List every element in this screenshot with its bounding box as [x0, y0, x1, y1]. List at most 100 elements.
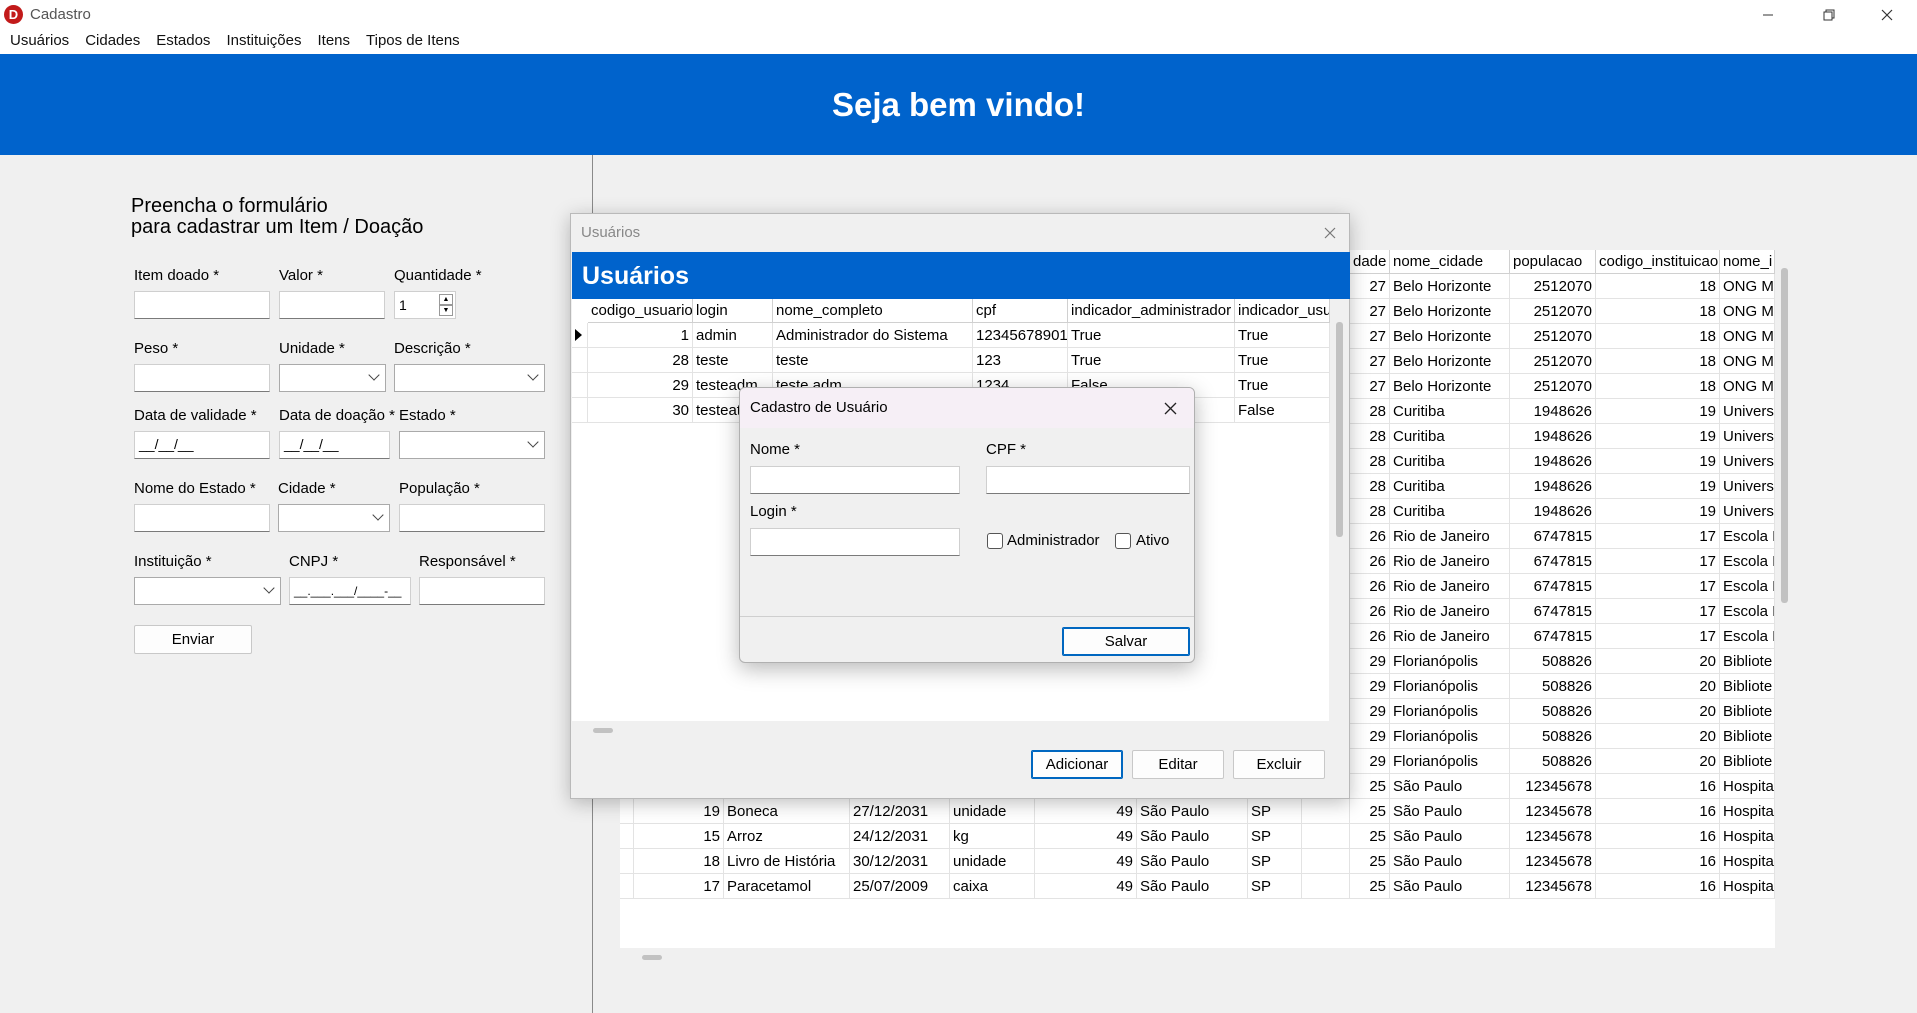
- table-cell: 17: [1596, 574, 1720, 599]
- usuarios-horizontal-scrollbar[interactable]: [593, 728, 613, 733]
- table-cell: Escola F: [1720, 549, 1775, 574]
- row-header-cell[interactable]: [620, 874, 634, 899]
- usuarios-close-button[interactable]: [1319, 222, 1341, 244]
- usuarios-heading: Usuários: [582, 262, 689, 290]
- menu-instituicoes[interactable]: Instituições: [218, 29, 309, 54]
- table-cell: Belo Horizonte: [1390, 299, 1510, 324]
- form-heading-line1: Preencha o formulário: [131, 195, 328, 217]
- usuarios-vertical-scrollbar[interactable]: [1336, 322, 1343, 537]
- peso-input[interactable]: [134, 364, 270, 392]
- row-header-cell[interactable]: [620, 799, 634, 824]
- table-cell: 17: [1596, 524, 1720, 549]
- items-grid-vertical-scrollbar[interactable]: [1781, 268, 1788, 603]
- row-header-cell[interactable]: [620, 849, 634, 874]
- form-heading: Preencha o formulário para cadastrar um …: [131, 196, 423, 238]
- table-cell: 17: [1596, 599, 1720, 624]
- ativo-checkbox[interactable]: [1115, 533, 1131, 549]
- banner-title: Seja bem vindo!: [831, 85, 1086, 123]
- adicionar-button[interactable]: Adicionar: [1031, 750, 1123, 779]
- menu-usuarios[interactable]: Usuários: [2, 29, 77, 54]
- responsavel-input[interactable]: [419, 577, 545, 605]
- table-cell: [1302, 824, 1350, 849]
- stepper-up-icon[interactable]: ▲: [439, 294, 453, 305]
- table-cell: ONG M: [1720, 299, 1775, 324]
- menu-tipos-de-itens[interactable]: Tipos de Itens: [358, 29, 468, 54]
- restore-icon: [1823, 9, 1835, 20]
- valor-input[interactable]: [279, 291, 385, 319]
- table-cell: 24/12/2031: [850, 824, 950, 849]
- cidade-select[interactable]: [278, 504, 390, 532]
- close-window-button[interactable]: [1864, 0, 1910, 29]
- excluir-button[interactable]: Excluir: [1233, 750, 1325, 779]
- table-cell: Curitiba: [1390, 399, 1510, 424]
- row-header-cell[interactable]: [572, 373, 588, 398]
- salvar-button[interactable]: Salvar: [1062, 627, 1190, 656]
- label-descricao: Descrição *: [394, 340, 471, 357]
- menu-itens[interactable]: Itens: [309, 29, 358, 54]
- ativo-label: Ativo: [1136, 532, 1170, 549]
- table-cell: São Paulo: [1390, 799, 1510, 824]
- table-cell: 28: [1350, 424, 1390, 449]
- row-header-cell[interactable]: [572, 323, 588, 348]
- table-cell: SP: [1248, 874, 1302, 899]
- chevron-down-icon: [263, 582, 275, 594]
- table-cell: 49: [1035, 874, 1137, 899]
- table-cell: 19: [634, 799, 724, 824]
- table-cell: [1302, 849, 1350, 874]
- table-cell: Belo Horizonte: [1390, 349, 1510, 374]
- administrador-checkbox[interactable]: [987, 533, 1003, 549]
- table-cell: Florianópolis: [1390, 724, 1510, 749]
- minimize-button[interactable]: [1745, 0, 1791, 29]
- table-cell: 1948626: [1510, 499, 1596, 524]
- table-cell: 16: [1596, 874, 1720, 899]
- table-cell: 15: [634, 824, 724, 849]
- table-cell: SP: [1248, 849, 1302, 874]
- instituicao-select[interactable]: [134, 577, 281, 605]
- unidade-select[interactable]: [279, 364, 386, 392]
- items-grid-horizontal-scrollbar[interactable]: [642, 955, 662, 960]
- enviar-button[interactable]: Enviar: [134, 625, 252, 654]
- cnpj-input[interactable]: __.___.___/____-__: [289, 577, 411, 605]
- table-cell: 508826: [1510, 724, 1596, 749]
- editar-button[interactable]: Editar: [1132, 750, 1224, 779]
- data-doacao-input[interactable]: __/__/__: [279, 431, 390, 459]
- data-validade-input[interactable]: __/__/__: [134, 431, 270, 459]
- menu-cidades[interactable]: Cidades: [77, 29, 148, 54]
- menu-estados[interactable]: Estados: [148, 29, 218, 54]
- row-header-cell[interactable]: [572, 348, 588, 373]
- table-cell: teste: [773, 348, 973, 373]
- minimize-icon: [1763, 14, 1773, 15]
- nome-input[interactable]: [750, 466, 960, 494]
- populacao-input[interactable]: [399, 504, 545, 532]
- title-bar: D Cadastro: [0, 0, 1917, 29]
- nome-estado-input[interactable]: [134, 504, 270, 532]
- table-cell: ONG M: [1720, 374, 1775, 399]
- table-cell: 19: [1596, 449, 1720, 474]
- label-cpf: CPF *: [986, 441, 1027, 458]
- descricao-select[interactable]: [394, 364, 545, 392]
- table-cell: 29: [1350, 749, 1390, 774]
- item-doado-input[interactable]: [134, 291, 270, 319]
- table-cell: 27/12/2031: [850, 799, 950, 824]
- restore-button[interactable]: [1806, 0, 1852, 29]
- table-cell: ONG M: [1720, 324, 1775, 349]
- chevron-down-icon: [527, 369, 539, 381]
- table-cell: kg: [950, 824, 1035, 849]
- welcome-banner: Seja bem vindo!: [0, 54, 1917, 155]
- row-header-cell[interactable]: [620, 824, 634, 849]
- table-cell: True: [1235, 373, 1330, 398]
- stepper-down-icon[interactable]: ▼: [439, 305, 453, 316]
- table-cell: Hospita: [1720, 824, 1775, 849]
- cpf-input[interactable]: [986, 466, 1190, 494]
- chevron-down-icon: [368, 369, 380, 381]
- window-title: Cadastro: [30, 6, 91, 23]
- row-header-cell[interactable]: [572, 398, 588, 423]
- cadastro-close-button[interactable]: [1158, 397, 1182, 419]
- estado-select[interactable]: [399, 431, 545, 459]
- table-cell: Livro de História: [724, 849, 850, 874]
- login-input[interactable]: [750, 528, 960, 556]
- table-cell: Univers: [1720, 499, 1775, 524]
- label-data-doacao: Data de doação *: [279, 407, 395, 424]
- quantidade-stepper[interactable]: 1 ▲ ▼: [394, 291, 456, 319]
- table-cell: 25: [1350, 874, 1390, 899]
